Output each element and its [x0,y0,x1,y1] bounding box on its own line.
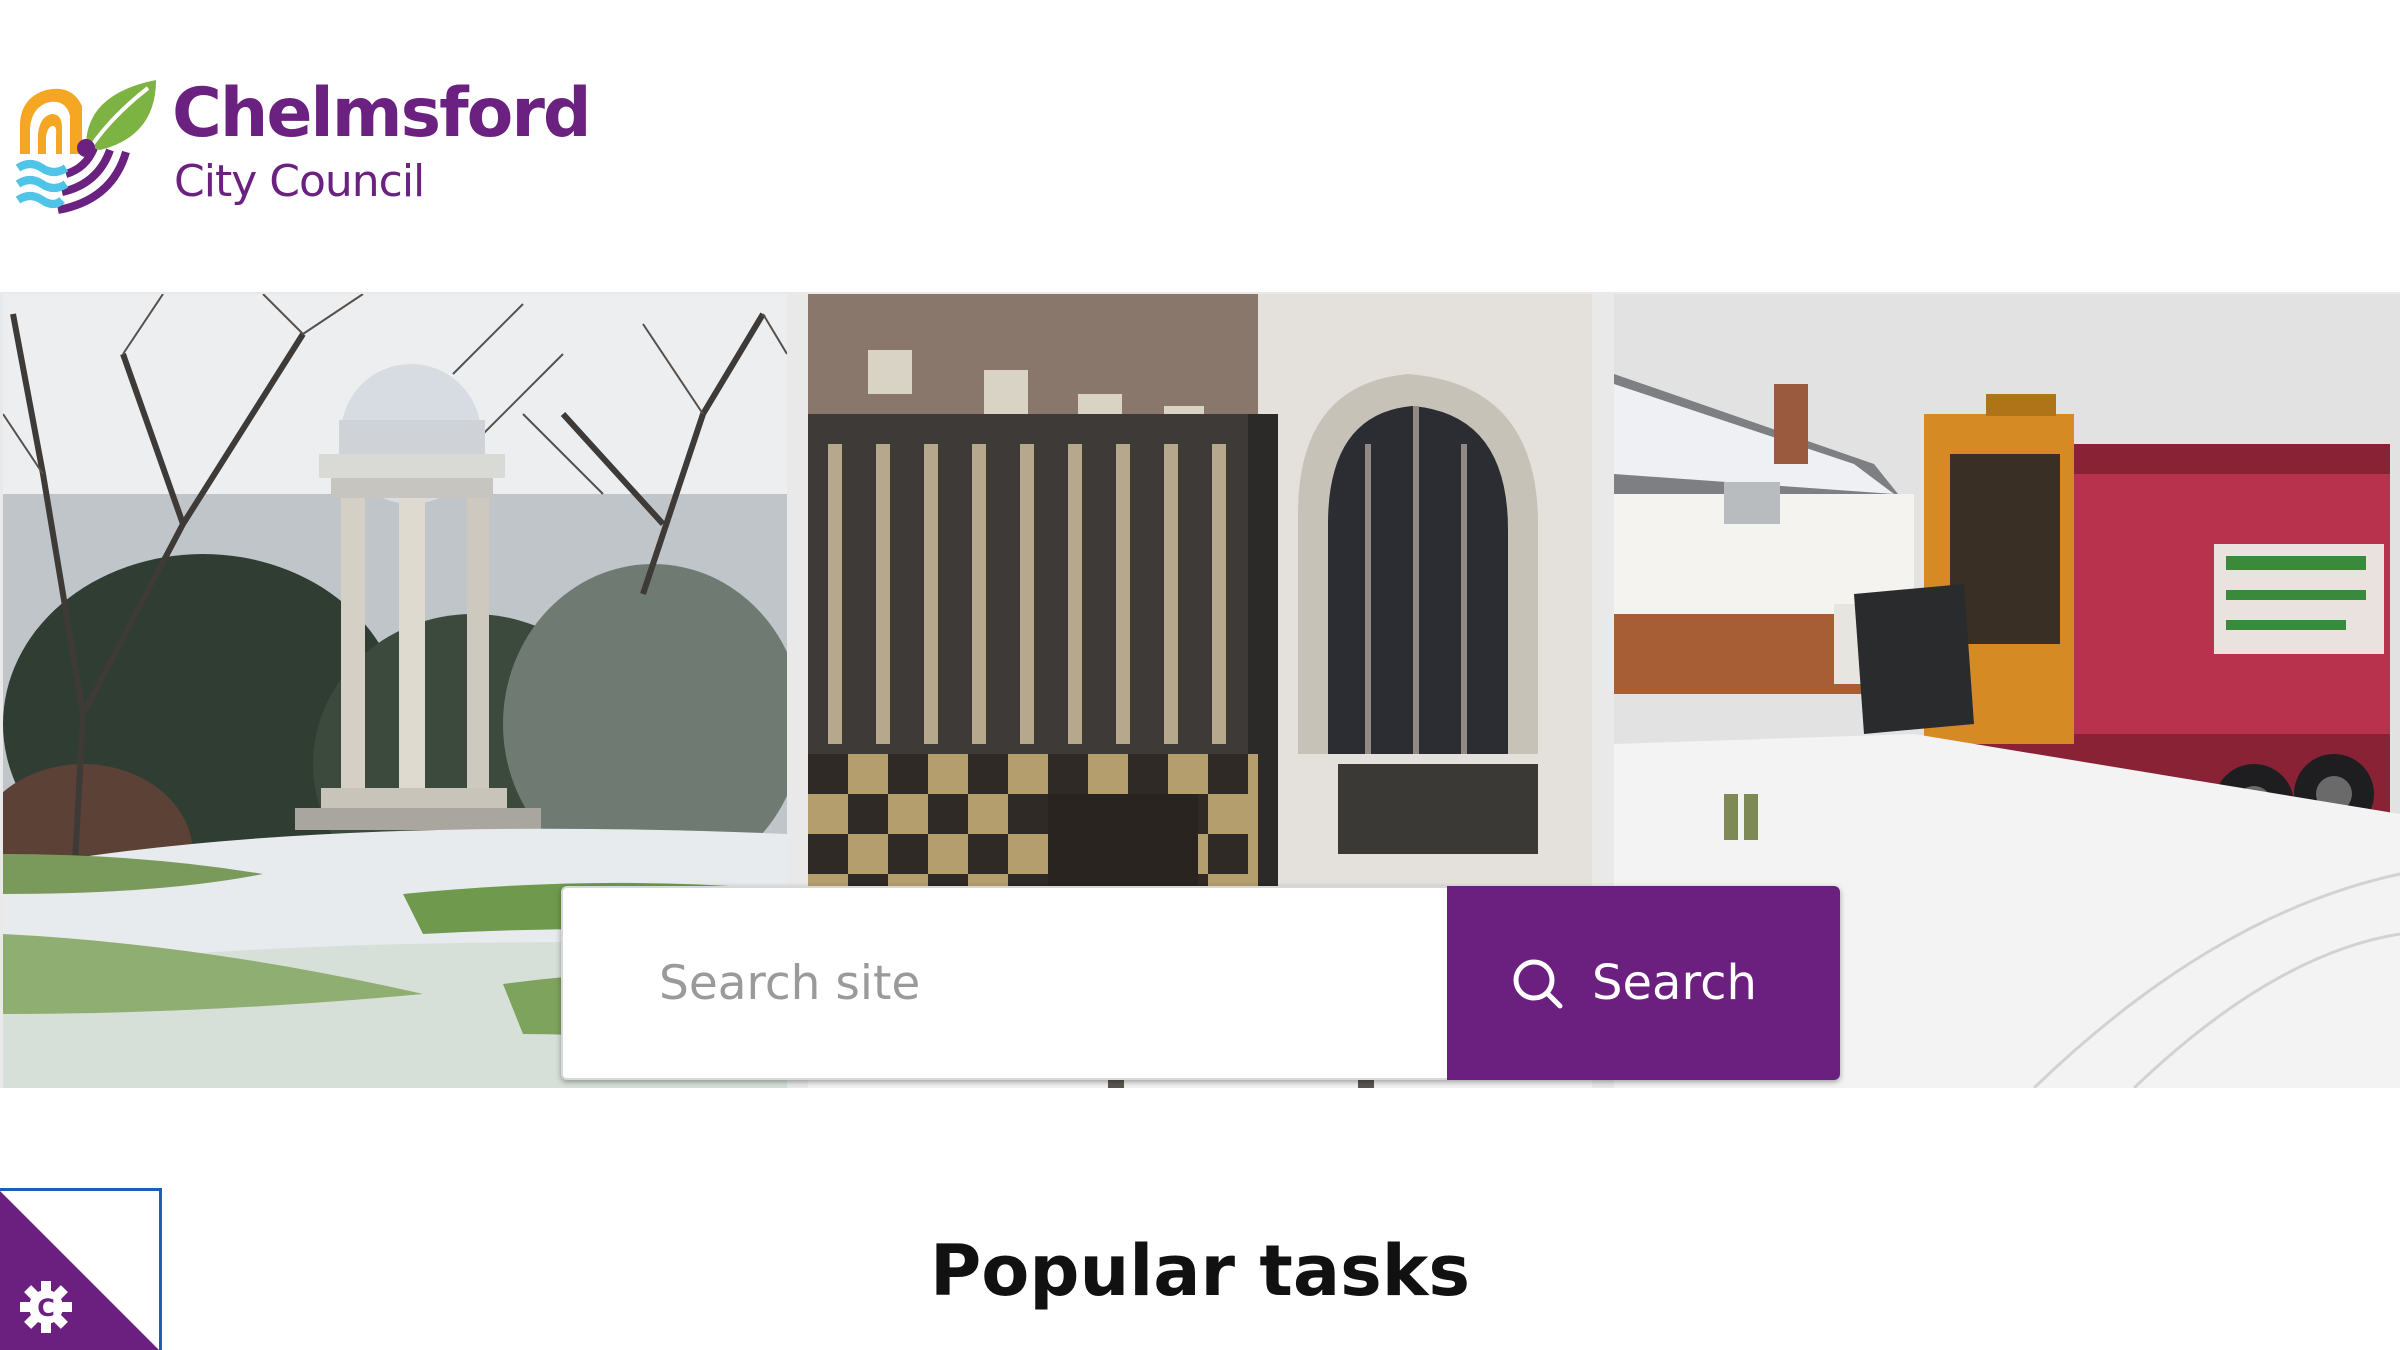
search-input[interactable] [561,886,1447,1080]
search-icon [1510,956,1564,1010]
logo-name-text: Chelmsford [172,74,592,153]
search-button-label: Search [1592,955,1757,1011]
search-button[interactable]: Search [1447,886,1840,1080]
site-search-form: Search [561,886,1840,1080]
council-logo-emblem [15,76,160,220]
cookie-settings-button[interactable]: C [0,1188,162,1350]
gear-icon: C [20,1281,72,1333]
site-header: Chelmsford City Council [0,0,2400,292]
settings-widget-letter: C [37,1294,55,1322]
site-logo-link[interactable]: Chelmsford City Council [15,74,592,226]
popular-tasks-heading: Popular tasks [929,1230,1471,1312]
logo-subtitle-text: City Council [174,156,425,207]
hero-banner: Search [0,292,2400,1088]
